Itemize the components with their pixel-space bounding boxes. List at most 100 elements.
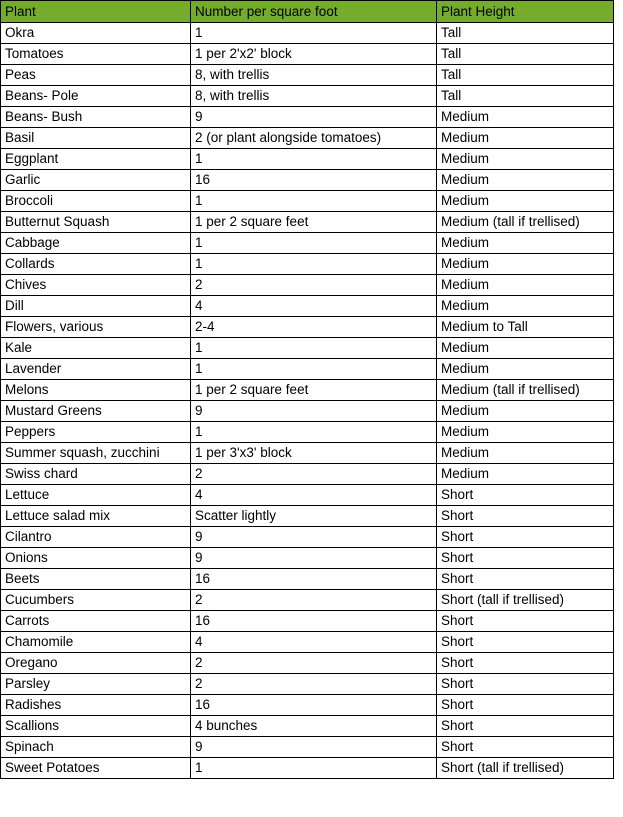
cell-plant: Lavender bbox=[0, 358, 191, 380]
cell-number-per-square-foot: 1 per 2'x2' block bbox=[190, 43, 437, 65]
cell-number-per-square-foot: 2 bbox=[190, 274, 437, 296]
cell-number-per-square-foot: 2 bbox=[190, 589, 437, 611]
cell-plant: Flowers, various bbox=[0, 316, 191, 338]
cell-plant-height: Short bbox=[436, 736, 614, 758]
cell-number-per-square-foot: 16 bbox=[190, 169, 437, 191]
table-row: Mustard Greens 9 Medium bbox=[0, 400, 614, 422]
cell-plant-height: Short bbox=[436, 526, 614, 548]
cell-plant: Oregano bbox=[0, 652, 191, 674]
table-row: Kale 1 Medium bbox=[0, 337, 614, 359]
cell-plant-height: Medium bbox=[436, 295, 614, 317]
table-row: Melons 1 per 2 square feet Medium (tall if… bbox=[0, 379, 614, 401]
cell-plant-height: Medium (tall if trellised) bbox=[436, 379, 614, 401]
cell-plant-height: Short bbox=[436, 673, 614, 695]
table-header-row: Plant Number per square foot Plant Heigh… bbox=[0, 0, 614, 23]
cell-plant: Kale bbox=[0, 337, 191, 359]
table-row: Beets 16 Short bbox=[0, 568, 614, 590]
cell-number-per-square-foot: 1 per 2 square feet bbox=[190, 379, 437, 401]
cell-plant-height: Medium bbox=[436, 421, 614, 443]
cell-plant: Beans- Pole bbox=[0, 85, 191, 107]
cell-plant-height: Medium bbox=[436, 337, 614, 359]
cell-plant-height: Medium bbox=[436, 148, 614, 170]
cell-plant: Garlic bbox=[0, 169, 191, 191]
table-row: Collards 1 Medium bbox=[0, 253, 614, 275]
table-row: Eggplant 1 Medium bbox=[0, 148, 614, 170]
table-row: Onions 9 Short bbox=[0, 547, 614, 569]
cell-number-per-square-foot: 9 bbox=[190, 106, 437, 128]
cell-plant: Chives bbox=[0, 274, 191, 296]
table-row: Basil 2 (or plant alongside tomatoes) Medi… bbox=[0, 127, 614, 149]
cell-number-per-square-foot: 4 bunches bbox=[190, 715, 437, 737]
cell-plant: Peas bbox=[0, 64, 191, 86]
table-body: Okra 1 Tall Tomatoes 1 per 2'x2' block Tall Pe… bbox=[0, 22, 614, 779]
table-row: Cabbage 1 Medium bbox=[0, 232, 614, 254]
table-header: Plant Number per square foot Plant Heigh… bbox=[0, 0, 614, 23]
cell-number-per-square-foot: 9 bbox=[190, 547, 437, 569]
table-row: Tomatoes 1 per 2'x2' block Tall bbox=[0, 43, 614, 65]
cell-plant-height: Medium bbox=[436, 169, 614, 191]
cell-plant-height: Medium (tall if trellised) bbox=[436, 211, 614, 233]
table-row: Beans- Bush 9 Medium bbox=[0, 106, 614, 128]
cell-plant-height: Medium bbox=[436, 190, 614, 212]
table-row: Scallions 4 bunches Short bbox=[0, 715, 614, 737]
table-row: Sweet Potatoes 1 Short (tall if trellised) bbox=[0, 757, 614, 779]
table-row: Garlic 16 Medium bbox=[0, 169, 614, 191]
cell-plant-height: Medium bbox=[436, 358, 614, 380]
cell-plant: Summer squash, zucchini bbox=[0, 442, 191, 464]
cell-plant-height: Short bbox=[436, 631, 614, 653]
column-header-plant-height: Plant Height bbox=[436, 0, 614, 23]
cell-number-per-square-foot: 16 bbox=[190, 568, 437, 590]
cell-number-per-square-foot: 4 bbox=[190, 295, 437, 317]
cell-plant: Lettuce bbox=[0, 484, 191, 506]
table-row: Peas 8, with trellis Tall bbox=[0, 64, 614, 86]
cell-number-per-square-foot: 1 bbox=[190, 358, 437, 380]
cell-plant-height: Short bbox=[436, 610, 614, 632]
cell-plant-height: Tall bbox=[436, 22, 614, 44]
cell-number-per-square-foot: 8, with trellis bbox=[190, 64, 437, 86]
cell-plant: Beans- Bush bbox=[0, 106, 191, 128]
table-row: Parsley 2 Short bbox=[0, 673, 614, 695]
cell-number-per-square-foot: 9 bbox=[190, 526, 437, 548]
cell-number-per-square-foot: 8, with trellis bbox=[190, 85, 437, 107]
table-row: Lavender 1 Medium bbox=[0, 358, 614, 380]
table-row: Cilantro 9 Short bbox=[0, 526, 614, 548]
table-row: Summer squash, zucchini 1 per 3'x3' block… bbox=[0, 442, 614, 464]
table-row: Butternut Squash 1 per 2 square feet Mediu… bbox=[0, 211, 614, 233]
cell-plant-height: Tall bbox=[436, 43, 614, 65]
cell-plant: Spinach bbox=[0, 736, 191, 758]
cell-plant: Eggplant bbox=[0, 148, 191, 170]
column-header-plant: Plant bbox=[0, 0, 191, 23]
cell-plant: Parsley bbox=[0, 673, 191, 695]
cell-plant: Collards bbox=[0, 253, 191, 275]
cell-plant-height: Short bbox=[436, 652, 614, 674]
cell-number-per-square-foot: 1 bbox=[190, 232, 437, 254]
cell-plant: Carrots bbox=[0, 610, 191, 632]
cell-plant: Dill bbox=[0, 295, 191, 317]
cell-plant: Peppers bbox=[0, 421, 191, 443]
cell-plant: Scallions bbox=[0, 715, 191, 737]
cell-number-per-square-foot: 9 bbox=[190, 736, 437, 758]
cell-plant: Lettuce salad mix bbox=[0, 505, 191, 527]
cell-plant-height: Medium bbox=[436, 463, 614, 485]
table-row: Spinach 9 Short bbox=[0, 736, 614, 758]
cell-plant-height: Short bbox=[436, 505, 614, 527]
cell-number-per-square-foot: 4 bbox=[190, 484, 437, 506]
cell-plant: Okra bbox=[0, 22, 191, 44]
cell-plant: Tomatoes bbox=[0, 43, 191, 65]
cell-plant-height: Medium bbox=[436, 442, 614, 464]
cell-plant: Sweet Potatoes bbox=[0, 757, 191, 779]
cell-number-per-square-foot: 16 bbox=[190, 694, 437, 716]
cell-number-per-square-foot: 2 bbox=[190, 463, 437, 485]
cell-number-per-square-foot: 1 bbox=[190, 757, 437, 779]
cell-plant-height: Medium bbox=[436, 253, 614, 275]
cell-plant-height: Short bbox=[436, 484, 614, 506]
table-row: Lettuce salad mix Scatter lightly Short bbox=[0, 505, 614, 527]
cell-plant-height: Medium bbox=[436, 106, 614, 128]
cell-number-per-square-foot: 2 bbox=[190, 673, 437, 695]
cell-plant: Onions bbox=[0, 547, 191, 569]
cell-plant-height: Tall bbox=[436, 64, 614, 86]
cell-plant: Cabbage bbox=[0, 232, 191, 254]
cell-number-per-square-foot: 1 bbox=[190, 421, 437, 443]
table-row: Chives 2 Medium bbox=[0, 274, 614, 296]
cell-plant: Mustard Greens bbox=[0, 400, 191, 422]
